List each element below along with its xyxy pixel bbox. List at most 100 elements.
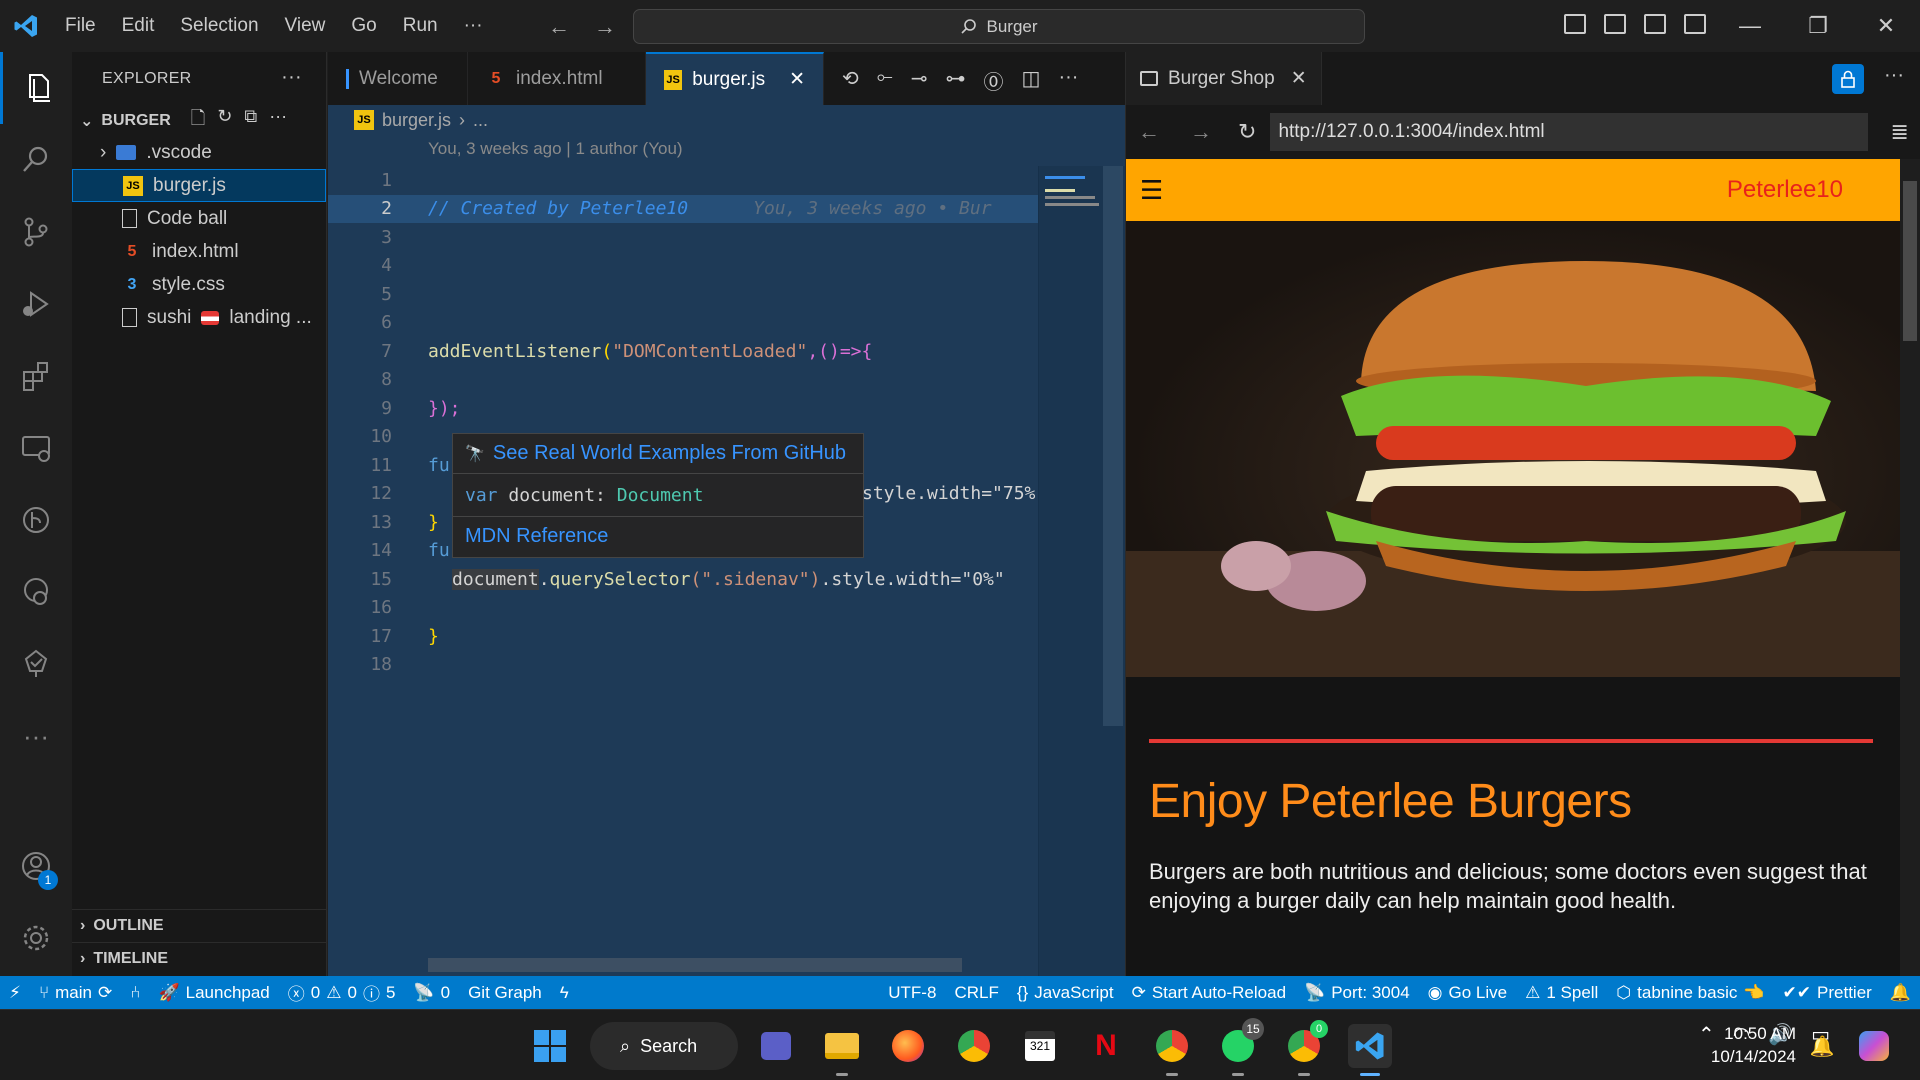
ports-status[interactable]: 📡 0 xyxy=(404,976,459,1009)
live-share-icon[interactable] xyxy=(0,556,72,628)
mdn-reference-link[interactable]: MDN Reference xyxy=(453,516,863,556)
teams-icon[interactable] xyxy=(754,1024,798,1068)
windows-start-icon[interactable] xyxy=(528,1024,572,1068)
explorer-more-icon[interactable]: ··· xyxy=(281,66,302,89)
netflix-icon[interactable]: N xyxy=(1084,1024,1128,1068)
refresh-icon[interactable]: ↻ xyxy=(217,106,232,136)
file-explorer-icon[interactable] xyxy=(820,1024,864,1076)
language-status[interactable]: {} JavaScript xyxy=(1008,976,1123,1009)
browser-reload-icon[interactable]: ↻ xyxy=(1238,119,1256,145)
menu-go[interactable]: Go xyxy=(338,0,389,52)
tree-item-sushi[interactable]: sushi landing ... xyxy=(72,301,326,334)
github-examples-link[interactable]: 🔭 See Real World Examples From GitHub xyxy=(453,434,863,474)
settings-gear-icon[interactable] xyxy=(0,902,72,974)
taskbar-clock[interactable]: 10:50 AM 10/14/2024 xyxy=(1700,1022,1796,1068)
forward-arrow-icon[interactable]: → xyxy=(594,14,616,40)
browser-back-icon[interactable]: ← xyxy=(1138,119,1160,145)
split-editor-icon[interactable]: ◫ xyxy=(1022,66,1041,95)
git-blame-codelens[interactable]: You, 3 weeks ago | 1 author (You) xyxy=(328,135,1125,163)
git-graph-status[interactable]: Git Graph xyxy=(459,976,551,1009)
testing-icon[interactable] xyxy=(0,628,72,700)
menu-edit[interactable]: Edit xyxy=(109,0,168,52)
encoding-status[interactable]: UTF-8 xyxy=(879,976,945,1009)
toggle-secondary-sidebar-icon[interactable] xyxy=(1644,14,1666,34)
spell-status[interactable]: ⚠ 1 Spell xyxy=(1516,976,1607,1009)
next-change-icon[interactable]: ⊶ xyxy=(946,66,966,95)
url-input[interactable]: http://127.0.0.1:3004/index.html xyxy=(1270,113,1869,151)
notifications-icon[interactable]: 🔔 xyxy=(1800,1024,1844,1068)
close-window-icon[interactable]: ✕ xyxy=(1852,0,1920,52)
remote-explorer-icon[interactable] xyxy=(0,412,72,484)
accounts-icon[interactable]: 1 xyxy=(0,830,72,902)
more-views-icon[interactable]: ··· xyxy=(0,700,72,772)
new-file-icon[interactable]: 🗋 xyxy=(191,106,205,136)
run-debug-icon[interactable] xyxy=(0,268,72,340)
copilot-icon[interactable] xyxy=(1852,1024,1896,1068)
preview-more-icon[interactable]: ··· xyxy=(1884,64,1904,87)
tree-item-index-html[interactable]: 5 index.html xyxy=(72,235,326,268)
prettier-status[interactable]: ✔✔ Prettier xyxy=(1774,976,1881,1009)
browser-forward-icon[interactable]: → xyxy=(1190,119,1212,145)
auto-reload-status[interactable]: ⟳ Start Auto-Reload xyxy=(1123,976,1295,1009)
branch-status[interactable]: ⑂ main ⟳ xyxy=(30,976,121,1009)
folder-more-icon[interactable]: ··· xyxy=(269,106,287,136)
tree-item-burger-js[interactable]: JS burger.js xyxy=(72,169,326,202)
chrome-profile-icon[interactable] xyxy=(1150,1024,1194,1076)
customize-layout-icon[interactable] xyxy=(1684,14,1706,34)
breadcrumb-file[interactable]: burger.js xyxy=(382,110,451,131)
minimize-icon[interactable]: — xyxy=(1716,0,1784,52)
webview-scrollbar[interactable] xyxy=(1900,159,1920,976)
tree-item-code-ball[interactable]: Code ball xyxy=(72,202,326,235)
previous-change-icon[interactable]: ⟜ xyxy=(877,66,893,95)
open-external-icon[interactable]: ≣ xyxy=(1890,119,1908,145)
extensions-icon[interactable] xyxy=(0,340,72,412)
chrome-second-icon[interactable]: 0 xyxy=(1282,1020,1328,1076)
hamburger-menu-icon[interactable]: ☰ xyxy=(1140,175,1163,206)
explorer-icon[interactable] xyxy=(0,52,72,124)
editor-more-icon[interactable]: ··· xyxy=(1058,66,1078,95)
go-live-status[interactable]: ◉ Go Live xyxy=(1419,976,1516,1009)
source-control-icon[interactable] xyxy=(0,196,72,268)
close-tab-icon[interactable]: ✕ xyxy=(789,68,805,91)
notifications-bell-icon[interactable]: 🔔 xyxy=(1881,976,1920,1009)
horizontal-scrollbar[interactable] xyxy=(428,958,962,972)
vertical-scrollbar[interactable] xyxy=(1103,166,1123,726)
menu-file[interactable]: File xyxy=(52,0,109,52)
menu-selection[interactable]: Selection xyxy=(167,0,271,52)
folder-header[interactable]: ⌄ BURGER 🗋 ↻ ⧉ ··· xyxy=(72,106,326,136)
problems-status[interactable]: ⓧ 0 ⚠ 0 ⓘ 5 xyxy=(279,976,405,1009)
taskbar-search[interactable]: ⌕ Search xyxy=(590,1022,738,1070)
tab-index-html[interactable]: 5 index.html xyxy=(468,52,646,105)
launchpad-status[interactable]: 🚀 Launchpad xyxy=(149,976,278,1009)
chrome-icon[interactable] xyxy=(952,1024,996,1068)
menu-view[interactable]: View xyxy=(272,0,339,52)
lightning-icon[interactable]: ϟ xyxy=(551,976,578,1009)
outline-section[interactable]: › OUTLINE xyxy=(72,909,327,942)
git-graph-icon[interactable] xyxy=(0,484,72,556)
code-area[interactable]: 1 2 // Created by Peterlee10 You, 3 week… xyxy=(328,166,1038,679)
close-tab-icon[interactable]: ✕ xyxy=(1291,67,1307,90)
git-lens-icon[interactable]: ⑃ xyxy=(121,976,149,1009)
scrollbar-thumb[interactable] xyxy=(1903,181,1917,341)
calendar-app-icon[interactable]: 321 xyxy=(1018,1024,1062,1068)
menu-run[interactable]: Run xyxy=(390,0,451,52)
git-graph-editor-icon[interactable]: ⓪ xyxy=(984,66,1004,95)
tab-burger-shop[interactable]: Burger Shop ✕ xyxy=(1126,52,1322,105)
whatsapp-icon[interactable]: 15 xyxy=(1216,1018,1264,1076)
breadcrumb-symbol[interactable]: ... xyxy=(473,110,488,131)
restore-icon[interactable]: ❐ xyxy=(1784,0,1852,52)
eol-status[interactable]: CRLF xyxy=(945,976,1007,1009)
site-brand[interactable]: Peterlee10 xyxy=(1727,176,1843,204)
search-activity-icon[interactable] xyxy=(0,124,72,196)
tree-item-style-css[interactable]: 3 style.css xyxy=(72,268,326,301)
back-arrow-icon[interactable]: ← xyxy=(548,14,570,40)
command-center[interactable]: Burger xyxy=(633,9,1365,44)
remote-indicator[interactable]: ⚡ xyxy=(0,976,30,1009)
timeline-section[interactable]: › TIMELINE xyxy=(72,942,327,975)
tab-welcome[interactable]: Welcome xyxy=(328,52,468,105)
lock-icon[interactable] xyxy=(1832,64,1864,94)
toggle-panel-icon[interactable] xyxy=(1604,14,1626,34)
firefox-icon[interactable] xyxy=(886,1024,930,1068)
tree-item-vscode[interactable]: › .vscode xyxy=(72,136,326,169)
toggle-primary-sidebar-icon[interactable] xyxy=(1564,14,1586,34)
